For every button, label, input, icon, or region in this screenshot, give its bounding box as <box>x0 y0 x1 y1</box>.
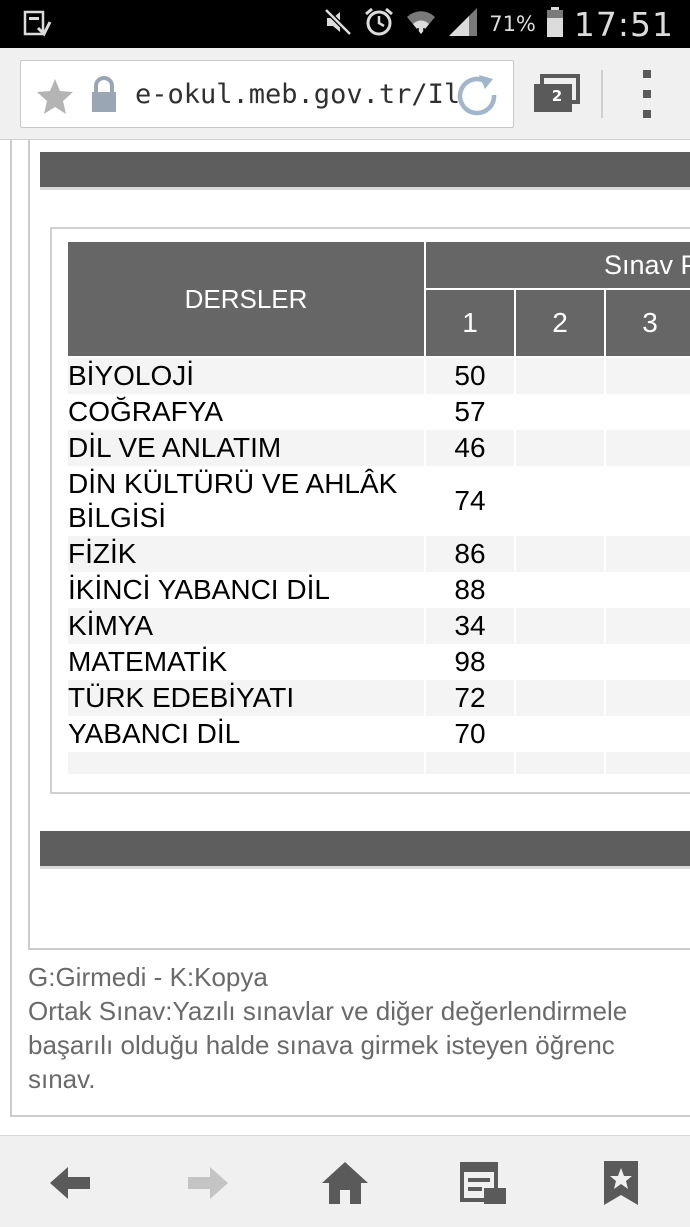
toolbar-divider <box>601 70 603 118</box>
exam-1-score: 34 <box>424 608 516 644</box>
exam-1-score: 50 <box>424 357 516 394</box>
exam-3-header: 3 <box>604 288 690 358</box>
exam-2-score <box>514 572 606 608</box>
exam-2-score <box>514 716 606 752</box>
exam-1-score: 74 <box>424 466 516 536</box>
note-line: başarılı olduğu halde sınava girmek iste… <box>28 1030 615 1060</box>
clock: 17:51 <box>573 4 674 44</box>
battery-icon <box>546 6 564 42</box>
exam-2-score <box>514 536 606 572</box>
tabs-button[interactable]: 2 <box>532 74 582 118</box>
exam-1-score: 72 <box>424 680 516 716</box>
subject-cell: YABANCI DİL <box>66 716 426 752</box>
exam-2-score <box>514 357 606 394</box>
battery-percent: 71% <box>489 12 536 36</box>
table-row: KİMYA 34 <box>66 608 690 644</box>
legend-line: G:Girmedi - K:Kopya <box>28 962 268 992</box>
home-icon[interactable] <box>320 1158 370 1208</box>
exam-3-score <box>604 394 690 430</box>
exam-3-score <box>604 572 690 608</box>
subject-cell: KİMYA <box>66 608 426 644</box>
exam-2-score <box>514 466 606 536</box>
note-line: Ortak Sınav:Yazılı sınavlar ve diğer değ… <box>28 996 628 1026</box>
overflow-menu-icon[interactable] <box>637 70 657 120</box>
exam-3-score <box>604 716 690 752</box>
table-row: DİL VE ANLATIM 46 <box>66 430 690 466</box>
panel-header-band <box>40 152 690 190</box>
grades-table: DERSLER Sınav P 1 2 3 BİYOLOJİ 50 COĞRAF… <box>66 240 690 774</box>
exam-points-group-header: Sınav P <box>424 240 690 290</box>
exam-3-score <box>604 466 690 536</box>
subject-cell: MATEMATİK <box>66 644 426 680</box>
subject-cell: DİN KÜLTÜRÜ VE AHLÂK BİLGİSİ <box>66 466 426 536</box>
exam-1-score: 57 <box>424 394 516 430</box>
lock-icon <box>89 75 119 119</box>
exam-1-score: 98 <box>424 644 516 680</box>
table-row: BİYOLOJİ 50 <box>66 357 690 394</box>
subjects-column-header: DERSLER <box>66 240 426 358</box>
status-bar: 71% 17:51 <box>0 0 690 48</box>
reload-icon[interactable] <box>455 73 499 121</box>
subject-cell: FİZİK <box>66 536 426 572</box>
table-row: MATEMATİK 98 <box>66 644 690 680</box>
exam-3-score <box>604 608 690 644</box>
signal-icon <box>447 6 479 42</box>
browser-toolbar: e-okul.meb.gov.tr/IlkÖ 2 <box>0 48 690 140</box>
subject-cell: BİYOLOJİ <box>66 357 426 394</box>
subject-cell: DİL VE ANLATIM <box>66 430 426 466</box>
exam-2-score <box>514 608 606 644</box>
legend-notes: G:Girmedi - K:Kopya Ortak Sınav:Yazılı s… <box>28 960 690 1096</box>
exam-1-score: 86 <box>424 536 516 572</box>
exam-2-score <box>514 430 606 466</box>
note-line: sınav. <box>28 1064 96 1094</box>
subject-cell: COĞRAFYA <box>66 394 426 430</box>
exam-1-header: 1 <box>424 288 516 358</box>
exam-1-score: 46 <box>424 430 516 466</box>
screenshot-icon <box>22 8 54 44</box>
exam-3-score <box>604 680 690 716</box>
table-row-empty <box>66 752 690 774</box>
bookmarks-icon[interactable] <box>596 1158 646 1208</box>
exam-2-score <box>514 680 606 716</box>
table-row: COĞRAFYA 57 <box>66 394 690 430</box>
url-text[interactable]: e-okul.meb.gov.tr/IlkÖ <box>135 75 461 115</box>
back-icon[interactable] <box>46 1158 96 1208</box>
exam-3-score <box>604 357 690 394</box>
bookmark-star-icon[interactable] <box>35 77 75 119</box>
table-row: DİN KÜLTÜRÜ VE AHLÂK BİLGİSİ 74 <box>66 466 690 536</box>
reading-list-icon[interactable] <box>458 1158 508 1208</box>
alarm-icon <box>363 6 395 42</box>
subject-cell: TÜRK EDEBİYATI <box>66 680 426 716</box>
bottom-navigation <box>0 1135 690 1227</box>
exam-3-score <box>604 536 690 572</box>
table-row: FİZİK 86 <box>66 536 690 572</box>
subject-cell: İKİNCİ YABANCI DİL <box>66 572 426 608</box>
table-row: İKİNCİ YABANCI DİL 88 <box>66 572 690 608</box>
exam-2-header: 2 <box>514 288 606 358</box>
wifi-icon <box>405 6 437 42</box>
table-row: TÜRK EDEBİYATI 72 <box>66 680 690 716</box>
exam-2-score <box>514 394 606 430</box>
table-row: YABANCI DİL 70 <box>66 716 690 752</box>
mute-icon <box>323 7 353 41</box>
page-content: DERSLER Sınav P 1 2 3 BİYOLOJİ 50 COĞRAF… <box>0 140 690 1135</box>
tab-count: 2 <box>551 87 563 105</box>
exam-3-score <box>604 430 690 466</box>
exam-3-score <box>604 644 690 680</box>
address-bar[interactable]: e-okul.meb.gov.tr/IlkÖ <box>20 60 514 128</box>
forward-icon[interactable] <box>182 1158 232 1208</box>
exam-1-score: 70 <box>424 716 516 752</box>
panel-footer-band <box>40 831 690 869</box>
exam-1-score: 88 <box>424 572 516 608</box>
exam-2-score <box>514 644 606 680</box>
